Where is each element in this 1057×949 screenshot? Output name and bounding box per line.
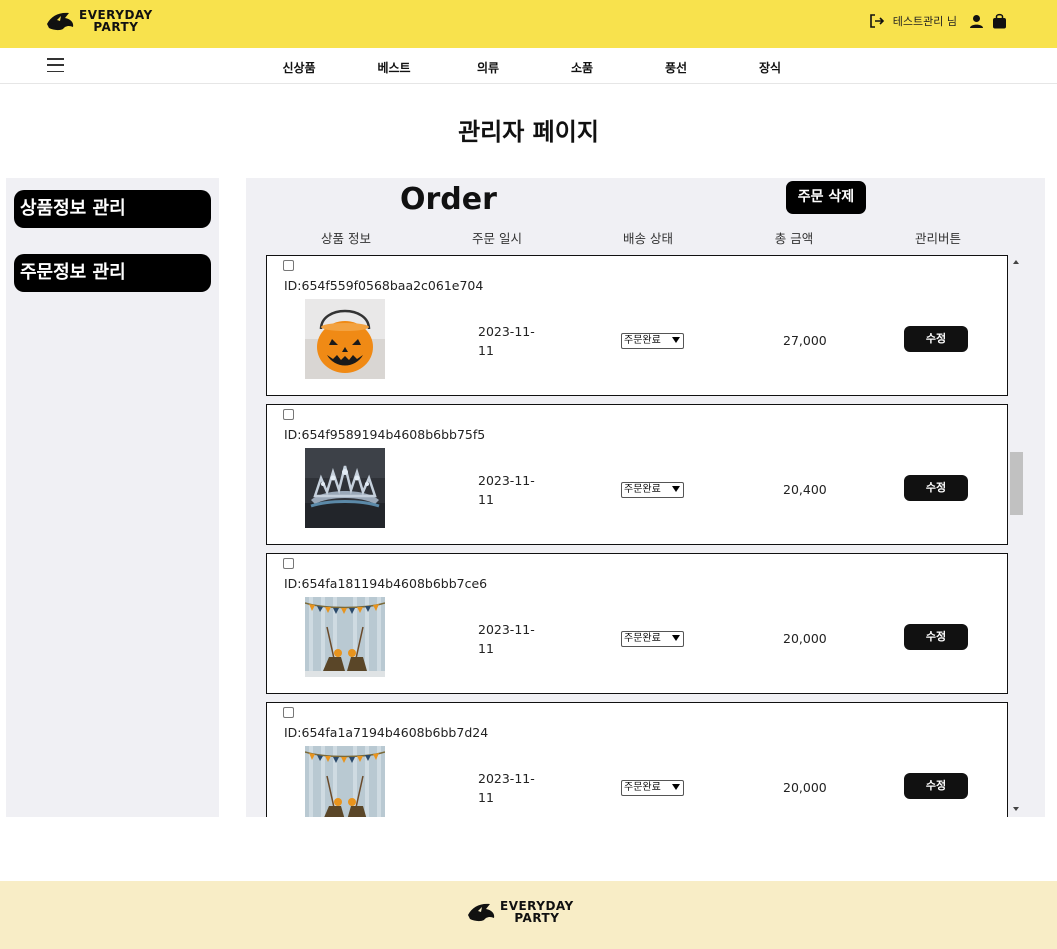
- order-select-checkbox[interactable]: [283, 409, 294, 420]
- order-select-checkbox[interactable]: [283, 260, 294, 271]
- product-thumbnail: [305, 448, 385, 528]
- edit-order-button[interactable]: 수정: [904, 773, 968, 799]
- order-row: ID:654f559f0568baa2c061e704 2023-11- 11: [266, 255, 1008, 396]
- hamburger-menu-icon[interactable]: [47, 58, 64, 72]
- logo-text: EVERYDAY PARTY: [500, 900, 574, 924]
- column-header-status: 배송 상태: [623, 231, 673, 246]
- delivery-status-select[interactable]: 주문완료: [621, 631, 684, 647]
- order-row: ID:654fa181194b4608b6bb7ce6 2023-11- 11 …: [266, 553, 1008, 694]
- logo-line2: PARTY: [514, 911, 560, 925]
- logo-text: EVERYDAY PARTY: [79, 9, 153, 33]
- order-date: 2023-11- 11: [478, 322, 538, 360]
- edit-order-button[interactable]: 수정: [904, 326, 968, 352]
- order-date-line1: 2023-11-: [478, 771, 535, 786]
- order-date: 2023-11- 11: [478, 471, 538, 509]
- nav-item-clothing[interactable]: 의류: [477, 59, 499, 76]
- delivery-status-select[interactable]: 주문완료: [621, 482, 684, 498]
- order-date-line1: 2023-11-: [478, 473, 535, 488]
- page-title: 관리자 페이지: [458, 118, 599, 146]
- order-date-line2: 11: [478, 492, 494, 507]
- order-date-line2: 11: [478, 343, 494, 358]
- edit-order-button[interactable]: 수정: [904, 475, 968, 501]
- delivery-status-value: 주문완료: [624, 782, 661, 793]
- footer-logo[interactable]: EVERYDAY PARTY: [466, 900, 574, 924]
- order-total-amount: 20,400: [783, 482, 827, 497]
- order-list: ID:654f559f0568baa2c061e704 2023-11- 11: [266, 255, 1008, 817]
- order-select-checkbox[interactable]: [283, 558, 294, 569]
- order-date-line2: 11: [478, 790, 494, 805]
- product-thumbnail: [305, 299, 385, 379]
- witch-broom-garland-image: [305, 597, 385, 677]
- nav-item-new[interactable]: 신상품: [282, 59, 315, 76]
- order-date-line1: 2023-11-: [478, 622, 535, 637]
- product-thumbnail: [305, 597, 385, 677]
- order-id: ID:654f559f0568baa2c061e704: [284, 278, 484, 293]
- tiara-image: [305, 448, 385, 528]
- orders-title: Order: [400, 182, 497, 217]
- column-header-date: 주문 일시: [472, 231, 522, 246]
- user-menu: 테스트관리 님: [869, 13, 1007, 29]
- column-header-amount: 총 금액: [774, 231, 814, 246]
- pumpkin-bucket-image: [305, 299, 385, 379]
- product-thumbnail: [305, 746, 385, 817]
- user-name-label: 테스트관리 님: [892, 15, 957, 28]
- scroll-up-arrow-icon[interactable]: [1013, 260, 1019, 264]
- scrollbar-thumb[interactable]: [1010, 452, 1023, 515]
- order-id: ID:654fa181194b4608b6bb7ce6: [284, 576, 488, 591]
- nav-item-props[interactable]: 소품: [571, 59, 593, 76]
- witch-hat-logo-icon: [47, 12, 74, 31]
- delivery-status-value: 주문완료: [624, 335, 661, 346]
- brand-logo[interactable]: EVERYDAY PARTY: [45, 9, 153, 33]
- logout-icon[interactable]: [869, 14, 885, 28]
- order-total-amount: 20,000: [783, 780, 827, 795]
- column-header-product: 상품 정보: [321, 231, 371, 246]
- chevron-down-icon: [672, 337, 680, 343]
- chevron-down-icon: [672, 486, 680, 492]
- admin-sidebar: 상품정보 관리 주문정보 관리: [6, 178, 219, 817]
- column-header-actions: 관리버튼: [914, 231, 962, 246]
- logo-line2: PARTY: [93, 20, 139, 34]
- order-list-scrollbar[interactable]: [1008, 255, 1026, 817]
- order-total-amount: 27,000: [783, 333, 827, 348]
- delivery-status-value: 주문완료: [624, 484, 661, 495]
- orders-panel: Order 주문 삭제 상품 정보 주문 일시 배송 상태 총 금액 관리버튼 …: [246, 178, 1045, 817]
- order-row: ID:654f9589194b4608b6bb75f5 2023-11- 11 …: [266, 404, 1008, 545]
- order-id: ID:654f9589194b4608b6bb75f5: [284, 427, 486, 442]
- sidebar-item-product-management[interactable]: 상품정보 관리: [14, 190, 211, 228]
- order-date-line1: 2023-11-: [478, 324, 535, 339]
- order-total-amount: 20,000: [783, 631, 827, 646]
- scroll-down-arrow-icon[interactable]: [1013, 807, 1019, 811]
- nav-item-best[interactable]: 베스트: [377, 59, 410, 76]
- shopping-bag-icon[interactable]: [992, 13, 1007, 29]
- order-select-checkbox[interactable]: [283, 707, 294, 718]
- delivery-status-select[interactable]: 주문완료: [621, 780, 684, 796]
- top-header: EVERYDAY PARTY 테스트관리 님: [0, 0, 1057, 48]
- nav-item-decorations[interactable]: 장식: [759, 59, 781, 76]
- order-date: 2023-11- 11: [478, 620, 538, 658]
- order-date-line2: 11: [478, 641, 494, 656]
- sidebar-item-order-management[interactable]: 주문정보 관리: [14, 254, 211, 292]
- order-date: 2023-11- 11: [478, 769, 538, 807]
- edit-order-button[interactable]: 수정: [904, 624, 968, 650]
- delete-order-button[interactable]: 주문 삭제: [786, 181, 866, 214]
- order-id: ID:654fa1a7194b4608b6bb7d24: [284, 725, 489, 740]
- delivery-status-value: 주문완료: [624, 633, 661, 644]
- nav-item-balloons[interactable]: 풍선: [665, 59, 687, 76]
- delivery-status-select[interactable]: 주문완료: [621, 333, 684, 349]
- witch-hat-logo-icon: [468, 903, 495, 922]
- category-nav: 신상품 베스트 의류 소품 풍선 장식: [0, 48, 1057, 84]
- page-footer: EVERYDAY PARTY: [0, 881, 1057, 949]
- chevron-down-icon: [672, 635, 680, 641]
- witch-broom-garland-image: [305, 746, 385, 817]
- user-icon[interactable]: [969, 14, 984, 29]
- chevron-down-icon: [672, 784, 680, 790]
- order-row: ID:654fa1a7194b4608b6bb7d24 2023-11- 11 …: [266, 702, 1008, 817]
